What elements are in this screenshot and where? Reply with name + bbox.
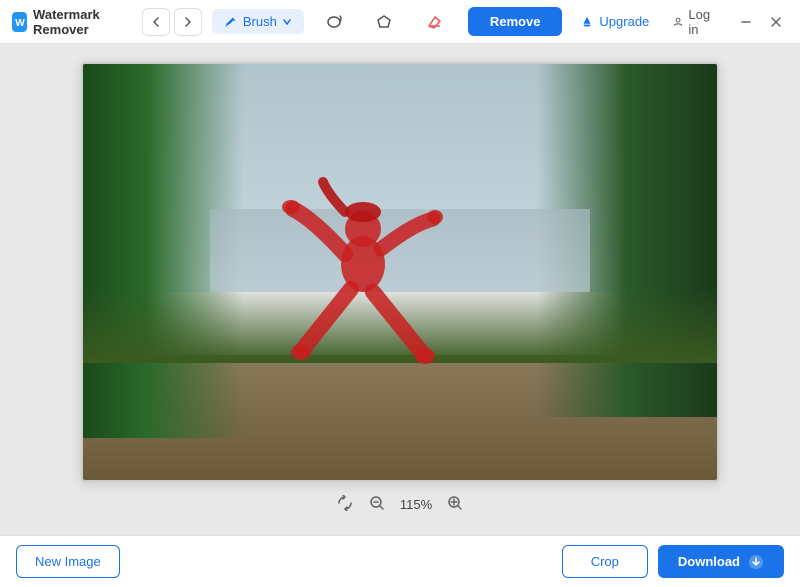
user-icon — [673, 15, 683, 29]
chevron-down-icon — [282, 17, 292, 27]
main-content: 115% — [0, 44, 800, 535]
upgrade-button[interactable]: Upgrade — [572, 9, 657, 34]
download-icon — [748, 554, 764, 570]
login-button[interactable]: Log in — [665, 2, 722, 42]
login-label: Log in — [688, 7, 714, 37]
lasso-icon — [326, 14, 342, 30]
minimize-button[interactable] — [734, 10, 758, 34]
image-canvas[interactable] — [81, 62, 719, 482]
eraser-icon — [426, 14, 442, 30]
brush-tool-button[interactable]: Brush — [212, 9, 304, 34]
zoom-level: 115% — [398, 497, 434, 512]
rotate-icon[interactable] — [334, 492, 356, 518]
zoom-in-icon[interactable] — [444, 492, 466, 518]
polygon-tool-button[interactable] — [364, 9, 404, 35]
person-mask — [273, 164, 453, 404]
close-icon — [770, 16, 782, 28]
minimize-icon — [740, 16, 752, 28]
logo-icon: W — [12, 12, 27, 32]
brush-label: Brush — [243, 14, 277, 29]
download-label: Download — [678, 554, 740, 569]
window-controls — [734, 10, 788, 34]
forward-button[interactable] — [174, 8, 202, 36]
upgrade-label: Upgrade — [599, 14, 649, 29]
close-button[interactable] — [764, 10, 788, 34]
upgrade-icon — [580, 15, 594, 29]
back-button[interactable] — [142, 8, 170, 36]
crop-button[interactable]: Crop — [562, 545, 648, 578]
app-title: Watermark Remover — [33, 7, 128, 37]
remove-button[interactable]: Remove — [468, 7, 563, 36]
eraser-tool-button[interactable] — [414, 9, 454, 35]
bottom-right-buttons: Crop Download — [562, 545, 784, 578]
brush-icon — [224, 15, 238, 29]
polygon-icon — [376, 14, 392, 30]
bottom-bar: New Image Crop Download — [0, 535, 800, 587]
titlebar-right: Upgrade Log in — [572, 2, 788, 42]
new-image-button[interactable]: New Image — [16, 545, 120, 578]
lasso-tool-button[interactable] — [314, 9, 354, 35]
app-logo: W Watermark Remover — [12, 7, 128, 37]
titlebar: W Watermark Remover Brush — [0, 0, 800, 44]
nav-buttons — [142, 8, 202, 36]
zoom-out-icon[interactable] — [366, 492, 388, 518]
download-button[interactable]: Download — [658, 545, 784, 578]
svg-text:W: W — [15, 18, 25, 29]
zoom-bar: 115% — [334, 492, 466, 518]
